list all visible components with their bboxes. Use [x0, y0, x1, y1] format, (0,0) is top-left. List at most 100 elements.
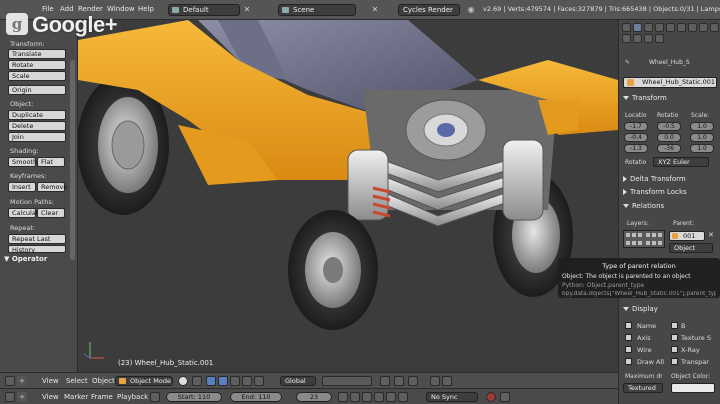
jump-keyframe-forward-icon[interactable]	[386, 392, 396, 402]
location-x-field[interactable]: -1.7	[624, 122, 648, 131]
jump-keyframe-back-icon[interactable]	[350, 392, 360, 402]
physics-tab-icon[interactable]	[644, 34, 653, 43]
preview-range-icon[interactable]	[150, 392, 160, 402]
play-icon[interactable]	[374, 392, 384, 402]
transform-locks-panel-header[interactable]: Transform Locks	[623, 188, 687, 196]
display-draw-all-checkbox[interactable]	[625, 358, 632, 365]
particles-tab-icon[interactable]	[633, 34, 642, 43]
texture-tab-icon[interactable]	[622, 34, 631, 43]
history-button[interactable]: History	[8, 245, 66, 253]
current-frame-field[interactable]: 23	[296, 392, 332, 402]
location-y-field[interactable]: -0.4	[624, 133, 648, 142]
editor-type-icon[interactable]	[622, 23, 631, 32]
delta-transform-panel-header[interactable]: Delta Transform	[623, 175, 686, 183]
display-name-checkbox[interactable]	[625, 322, 632, 329]
display-bounds-checkbox[interactable]	[671, 322, 678, 329]
max-draw-type-dropdown[interactable]: Textured	[623, 383, 663, 393]
object-menu[interactable]: Object	[92, 377, 115, 385]
relations-panel-header[interactable]: Relations	[623, 202, 664, 210]
close-icon[interactable]: ✕	[242, 4, 252, 16]
rotation-x-field[interactable]: -0.5	[657, 122, 681, 131]
repeat-last-button[interactable]: Repeat Last	[8, 234, 66, 244]
rotate-button[interactable]: Rotate	[8, 60, 66, 70]
timeline-playback-menu[interactable]: Playback	[117, 393, 148, 401]
operator-panel-header[interactable]: ▼ Operator	[4, 255, 47, 263]
editor-type-icon[interactable]	[5, 376, 15, 386]
flat-button[interactable]: Flat	[37, 157, 65, 167]
3d-viewport[interactable]: (23) Wheel_Hub_Static.001	[78, 20, 618, 372]
timeline-marker-menu[interactable]: Marker	[64, 393, 88, 401]
render-icon[interactable]	[430, 376, 440, 386]
pin-icon[interactable]: ✎	[625, 59, 630, 66]
display-axis-checkbox[interactable]	[625, 334, 632, 341]
timeline-view-menu[interactable]: View	[42, 393, 59, 401]
render-engine-selector[interactable]: Cycles Render	[398, 4, 460, 16]
scale-z-field[interactable]: 1.0	[690, 144, 714, 153]
sync-mode-dropdown[interactable]: No Sync	[426, 392, 478, 402]
join-button[interactable]: Join	[8, 132, 66, 142]
transform-orientation-dropdown[interactable]: Global	[280, 376, 316, 386]
layer-icon[interactable]	[254, 376, 264, 386]
translate-button[interactable]: Translate	[8, 49, 66, 59]
location-z-field[interactable]: -1.3	[624, 144, 648, 153]
viewport-shading-icon[interactable]	[178, 376, 188, 386]
clear-parent-icon[interactable]: ✕	[708, 231, 714, 239]
tool-shelf-scrollbar[interactable]	[70, 60, 75, 260]
pivot-point-icon[interactable]	[192, 376, 202, 386]
interaction-mode-dropdown[interactable]: Object Mode	[115, 376, 173, 386]
scene-tab-icon[interactable]	[644, 23, 653, 32]
constraints-tab-icon[interactable]	[677, 23, 686, 32]
scale-y-field[interactable]: 1.0	[690, 133, 714, 142]
duplicate-objects-button[interactable]: Duplicate Objects	[8, 110, 66, 127]
scale-button[interactable]: Scale	[8, 71, 66, 81]
snap-icon[interactable]	[394, 376, 404, 386]
object-name-field[interactable]: Wheel_Hub_Static.001	[623, 77, 717, 88]
end-frame-field[interactable]: End: 110	[230, 392, 282, 402]
calculate-paths-button[interactable]: Calculat	[8, 208, 38, 218]
scale-manipulator-icon[interactable]	[242, 376, 252, 386]
parent-type-dropdown[interactable]: Object	[669, 243, 713, 253]
display-texture-space-checkbox[interactable]	[671, 334, 678, 341]
layers-grid[interactable]	[623, 230, 665, 248]
scale-x-field[interactable]: 1.0	[690, 122, 714, 131]
world-tab-icon[interactable]	[655, 23, 664, 32]
start-frame-field[interactable]: Start: 110	[166, 392, 222, 402]
lock-icon[interactable]	[380, 376, 390, 386]
display-transparent-checkbox[interactable]	[671, 358, 678, 365]
transform-panel-header[interactable]: Transform	[623, 94, 667, 102]
display-panel-header[interactable]: Display	[623, 305, 658, 313]
play-reverse-icon[interactable]	[362, 392, 372, 402]
editor-type-icon[interactable]	[5, 392, 15, 402]
layers-selector[interactable]	[322, 376, 372, 386]
expand-menu-icon[interactable]: +	[17, 376, 27, 386]
keying-set-icon[interactable]	[500, 392, 510, 402]
manipulator-toggle-icon[interactable]	[206, 376, 216, 386]
render-animation-icon[interactable]	[442, 376, 452, 386]
view-menu[interactable]: View	[42, 377, 59, 385]
smooth-button[interactable]: Smooth	[8, 157, 37, 167]
object-tab-icon[interactable]	[666, 23, 675, 32]
timeline-frame-menu[interactable]: Frame	[91, 393, 113, 401]
display-xray-checkbox[interactable]	[671, 346, 678, 353]
select-menu[interactable]: Select	[66, 377, 88, 385]
data-tab-icon[interactable]	[699, 23, 708, 32]
rotation-mode-dropdown[interactable]: XYZ Euler	[653, 157, 709, 167]
pin-icon[interactable]	[655, 34, 664, 43]
delete-button[interactable]: Delete	[8, 121, 66, 131]
jump-end-icon[interactable]	[398, 392, 408, 402]
origin-button[interactable]: Origin	[8, 85, 66, 95]
modifiers-tab-icon[interactable]	[688, 23, 697, 32]
close-icon[interactable]: ✕	[370, 4, 380, 16]
scene-selector[interactable]: Scene	[278, 4, 356, 16]
rotation-y-field[interactable]: 0.0	[657, 133, 681, 142]
render-tab-icon[interactable]	[633, 23, 642, 32]
insert-keyframe-button[interactable]: Insert	[8, 182, 36, 192]
screen-layout-selector[interactable]: Default	[168, 4, 240, 16]
expand-menu-icon[interactable]: +	[17, 392, 27, 402]
display-wire-checkbox[interactable]	[625, 346, 632, 353]
translate-manipulator-icon[interactable]	[218, 376, 228, 386]
snap-element-icon[interactable]	[408, 376, 418, 386]
record-icon[interactable]	[486, 392, 496, 402]
rotation-z-field[interactable]: -36	[657, 144, 681, 153]
clear-paths-button[interactable]: Clear	[37, 208, 65, 218]
